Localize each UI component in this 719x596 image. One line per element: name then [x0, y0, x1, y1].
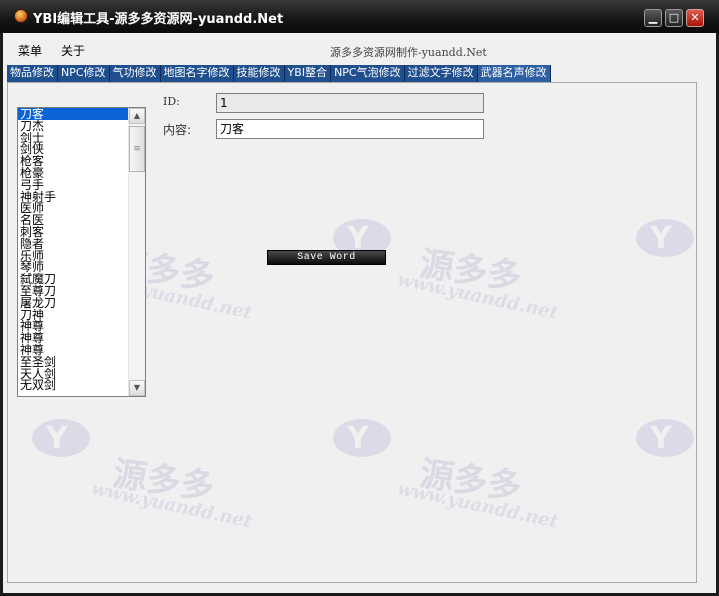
save-word-button[interactable]: Save Word	[267, 250, 386, 265]
tab-panel: Y 源多多 www.yuandd.net Y 源多多 www.yuandd.ne…	[7, 82, 697, 583]
window-title: YBI编辑工具-源多多资源网-yuandd.Net	[33, 12, 284, 27]
watermark-logo: Y	[333, 419, 391, 457]
scroll-down-icon[interactable]: ▼	[129, 380, 145, 396]
menu-bar: 菜单 关于 源多多资源网制作-yuandd.Net	[3, 33, 716, 65]
list-item[interactable]: 刀神	[18, 309, 128, 321]
list-item[interactable]: 隐者	[18, 238, 128, 250]
tab-npc-edit[interactable]: NPC修改	[58, 65, 110, 82]
app-icon	[14, 9, 28, 23]
credit-text: 源多多资源网制作-yuandd.Net	[330, 46, 487, 59]
minimize-button[interactable]: ▁	[644, 9, 662, 27]
list-item[interactable]: 至尊刀	[18, 285, 128, 297]
list-item[interactable]: 至圣剑	[18, 356, 128, 368]
menu-main[interactable]: 菜单	[18, 42, 42, 59]
list-item[interactable]: 弓手	[18, 179, 128, 191]
list-item[interactable]: 剑士	[18, 132, 128, 144]
list-item[interactable]: 无双剑	[18, 379, 128, 391]
list-scrollbar[interactable]: ▲ ≡ ▼	[128, 108, 145, 396]
tab-filter-text-edit[interactable]: 过滤文字修改	[404, 65, 478, 82]
title-bar: YBI编辑工具-源多多资源网-yuandd.Net ▁ □ ✕	[0, 0, 719, 33]
maximize-button[interactable]: □	[665, 9, 683, 27]
list-item[interactable]: 名医	[18, 214, 128, 226]
tab-npc-bubble-edit[interactable]: NPC气泡修改	[331, 65, 405, 82]
watermark-logo: Y	[636, 219, 694, 257]
tab-map-name-edit[interactable]: 地图名字修改	[160, 65, 234, 82]
list-item[interactable]: 弑魔刀	[18, 273, 128, 285]
tab-strip: 物品修改 NPC修改 气功修改 地图名字修改 技能修改 YBI整合 NPC气泡修…	[7, 65, 551, 82]
list-item[interactable]: 琴师	[18, 261, 128, 273]
weapon-name-list[interactable]: 刀客 刀杰 剑士 剑侠 枪客 枪豪 弓手 神射手 医师 名医 刺客 隐者 乐师 琴师 弑魔刀 至尊刀 屠龙刀 刀神…	[17, 107, 146, 397]
watermark-text: 源多多	[110, 454, 217, 508]
list-item[interactable]: 刺客	[18, 226, 128, 238]
close-button[interactable]: ✕	[686, 9, 704, 27]
tab-item-edit[interactable]: 物品修改	[7, 65, 58, 82]
list-item[interactable]: 神射手	[18, 191, 128, 203]
tab-ybi-merge[interactable]: YBI整合	[284, 65, 332, 82]
list-item[interactable]: 屠龙刀	[18, 297, 128, 309]
watermark-text: 源多多	[417, 244, 524, 298]
watermark-url: www.yuandd.net	[395, 269, 560, 324]
watermark-url: www.yuandd.net	[395, 478, 560, 533]
scroll-thumb[interactable]: ≡	[129, 126, 145, 172]
watermark-url: www.yuandd.net	[89, 478, 254, 533]
watermark-logo: Y	[32, 419, 90, 457]
tab-qigong-edit[interactable]: 气功修改	[109, 65, 161, 82]
list-item[interactable]: 枪客	[18, 155, 128, 167]
list-item[interactable]: 剑侠	[18, 143, 128, 155]
list-item[interactable]: 神尊	[18, 344, 128, 356]
list-items: 刀客 刀杰 剑士 剑侠 枪客 枪豪 弓手 神射手 医师 名医 刺客 隐者 乐师 琴师 弑魔刀 至尊刀 屠龙刀 刀神…	[18, 108, 128, 391]
watermark-logo: Y	[636, 419, 694, 457]
list-item[interactable]: 刀客	[18, 108, 128, 120]
content-label: 内容:	[163, 123, 192, 137]
list-item[interactable]: 乐师	[18, 250, 128, 262]
list-item[interactable]: 神尊	[18, 332, 128, 344]
tab-weapon-fame-edit[interactable]: 武器名声修改	[477, 65, 551, 82]
content-field[interactable]: 刀客	[216, 119, 484, 139]
id-field[interactable]: 1	[216, 93, 484, 113]
tab-skill-edit[interactable]: 技能修改	[233, 65, 285, 82]
list-item[interactable]: 刀杰	[18, 120, 128, 132]
menu-about[interactable]: 关于	[61, 42, 85, 59]
scroll-up-icon[interactable]: ▲	[129, 108, 145, 124]
list-item[interactable]: 天人剑	[18, 368, 128, 380]
watermark-text: 源多多	[417, 454, 524, 508]
id-label: ID:	[163, 95, 180, 108]
client-area: 菜单 关于 源多多资源网制作-yuandd.Net 物品修改 NPC修改 气功修…	[3, 33, 716, 593]
list-item[interactable]: 枪豪	[18, 167, 128, 179]
list-item[interactable]: 神尊	[18, 320, 128, 332]
list-item[interactable]: 医师	[18, 202, 128, 214]
